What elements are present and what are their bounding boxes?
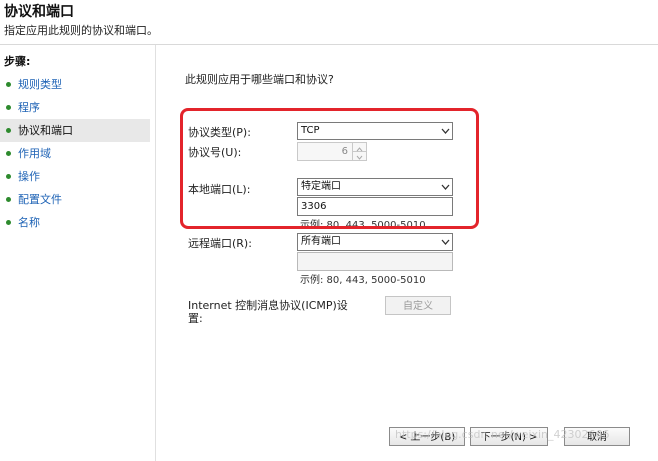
- step-dot-icon: [6, 197, 11, 202]
- step-dot-icon: [6, 151, 11, 156]
- step-label: 名称: [18, 216, 40, 229]
- remote-port-select[interactable]: 所有端口: [297, 233, 453, 251]
- step-label: 操作: [18, 170, 40, 183]
- step-label: 规则类型: [18, 78, 62, 91]
- step-dot-icon: [6, 82, 11, 87]
- step-dot-icon: [6, 128, 11, 133]
- remote-port-value: 所有端口: [301, 236, 341, 247]
- icmp-customize-button[interactable]: 自定义: [385, 296, 451, 315]
- icmp-label-line2: 置:: [188, 312, 203, 325]
- step-dot-icon: [6, 174, 11, 179]
- chevron-down-icon: [441, 238, 450, 246]
- highlight-box: [180, 108, 479, 229]
- step-label: 配置文件: [18, 193, 62, 206]
- steps-sidebar: 步骤: 规则类型 程序 协议和端口 作用域 操作 配置文件 名称: [0, 45, 156, 461]
- step-name[interactable]: 名称: [0, 211, 150, 234]
- step-program[interactable]: 程序: [0, 96, 150, 119]
- remote-port-label: 远程端口(R):: [188, 237, 252, 250]
- page-title: 协议和端口: [4, 4, 74, 20]
- icmp-label-line1: Internet 控制消息协议(ICMP)设: [188, 299, 348, 312]
- step-label: 协议和端口: [18, 124, 73, 137]
- step-profile[interactable]: 配置文件: [0, 188, 150, 211]
- remote-port-example: 示例: 80, 443, 5000-5010: [300, 275, 426, 286]
- step-dot-icon: [6, 220, 11, 225]
- remote-port-input[interactable]: [297, 252, 453, 271]
- step-rule-type[interactable]: 规则类型: [0, 73, 150, 96]
- step-label: 作用域: [18, 147, 51, 160]
- step-scope[interactable]: 作用域: [0, 142, 150, 165]
- step-label: 程序: [18, 101, 40, 114]
- step-protocol-and-ports[interactable]: 协议和端口: [0, 119, 150, 142]
- steps-title: 步骤:: [4, 55, 31, 68]
- watermark-text: https://blog.csdn.net/weixin_42302666: [395, 428, 610, 441]
- step-dot-icon: [6, 105, 11, 110]
- dialog-header: 协议和端口 指定应用此规则的协议和端口。: [0, 0, 658, 45]
- step-action[interactable]: 操作: [0, 165, 150, 188]
- question-text: 此规则应用于哪些端口和协议?: [185, 73, 334, 86]
- page-subtitle: 指定应用此规则的协议和端口。: [4, 24, 158, 37]
- steps-list: 规则类型 程序 协议和端口 作用域 操作 配置文件 名称: [0, 73, 150, 234]
